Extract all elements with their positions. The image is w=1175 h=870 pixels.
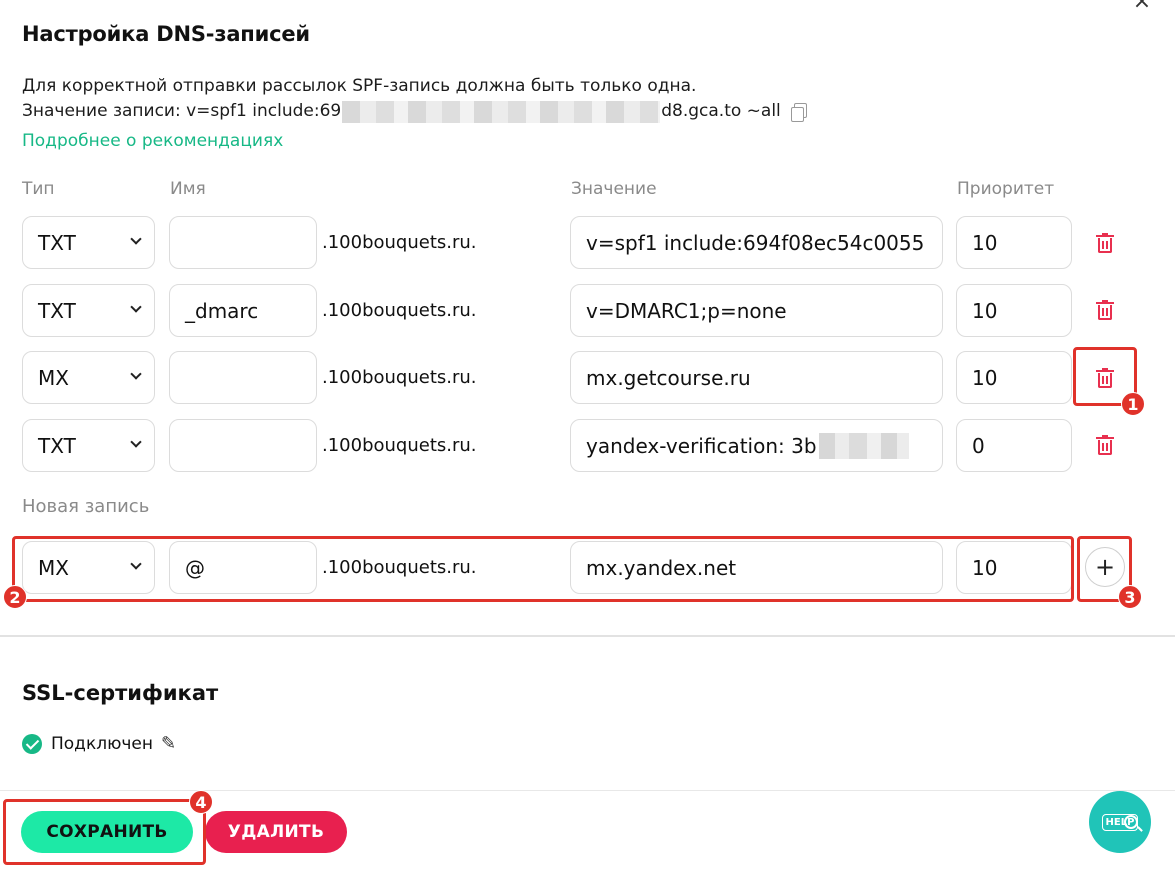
annotation-badge-4: 4 [189, 790, 213, 814]
check-circle-icon [22, 733, 42, 754]
help-button[interactable]: HELP [1089, 791, 1151, 853]
chevron-down-icon [130, 368, 142, 380]
spf-value-prefix: Значение записи: v=spf1 include:69 [22, 101, 342, 121]
record-value-text: yandex-verification: 3b [586, 433, 817, 458]
search-icon [1124, 815, 1138, 829]
domain-suffix: .100bouquets.ru. [322, 435, 477, 456]
trash-icon[interactable] [1096, 233, 1114, 253]
record-priority-input[interactable]: 0 [956, 419, 1072, 472]
record-name-input[interactable] [169, 351, 317, 404]
record-type-select[interactable]: MX [22, 351, 155, 404]
column-header-value: Значение [571, 179, 657, 199]
column-header-type: Тип [22, 179, 55, 199]
section-divider [0, 635, 1175, 637]
record-type-value: MX [38, 365, 69, 390]
record-value-input[interactable]: v=spf1 include:694f08ec54c0055 [570, 216, 943, 269]
record-value-input[interactable]: v=DMARC1;p=none [570, 284, 943, 337]
delete-button[interactable]: УДАЛИТЬ [205, 811, 347, 853]
record-value-input[interactable]: yandex-verification: 3b [570, 419, 943, 472]
footer-divider [0, 790, 1175, 791]
new-record-label: Новая запись [22, 496, 150, 517]
ssl-status-text: Подключен [51, 733, 153, 754]
pencil-icon[interactable]: ✎ [161, 733, 176, 754]
record-value-input[interactable]: mx.getcourse.ru [570, 351, 943, 404]
domain-suffix: .100bouquets.ru. [322, 232, 477, 253]
spf-value-suffix: d8.gca.to ~all [661, 101, 781, 121]
record-name-input[interactable] [169, 216, 317, 269]
record-name-input[interactable] [169, 419, 317, 472]
annotation-badge-3: 3 [1118, 585, 1142, 609]
trash-icon[interactable] [1096, 435, 1114, 455]
trash-icon[interactable] [1096, 300, 1114, 320]
chevron-down-icon [130, 301, 142, 313]
record-type-select[interactable]: TXT [22, 216, 155, 269]
spf-info-line2: Значение записи: v=spf1 include:69 d8.gca… [22, 99, 807, 124]
record-priority-input[interactable]: 10 [956, 216, 1072, 269]
chevron-down-icon [130, 436, 142, 448]
close-icon[interactable]: × [1130, 0, 1154, 13]
dns-section-title: Настройка DNS-записей [22, 22, 310, 46]
record-type-value: TXT [38, 230, 76, 255]
record-priority-input[interactable]: 10 [956, 284, 1072, 337]
redacted-value [818, 432, 909, 459]
domain-suffix: .100bouquets.ru. [322, 367, 477, 388]
record-type-value: TXT [38, 433, 76, 458]
annotation-box-2 [12, 536, 1074, 602]
copy-icon[interactable] [790, 102, 807, 122]
column-header-priority: Приоритет [957, 179, 1055, 199]
record-priority-input[interactable]: 10 [956, 351, 1072, 404]
record-name-input[interactable]: _dmarc [169, 284, 317, 337]
record-type-value: TXT [38, 298, 76, 323]
redacted-value [342, 100, 661, 123]
ssl-status: Подключен ✎ [22, 733, 176, 754]
domain-suffix: .100bouquets.ru. [322, 300, 477, 321]
ssl-section-title: SSL-сертификат [22, 681, 219, 705]
spf-info: Для корректной отправки рассылок SPF-зап… [22, 74, 807, 124]
record-type-select[interactable]: TXT [22, 284, 155, 337]
spf-info-line1: Для корректной отправки рассылок SPF-зап… [22, 76, 697, 96]
chevron-down-icon [130, 233, 142, 245]
record-type-select[interactable]: TXT [22, 419, 155, 472]
recommendations-link[interactable]: Подробнее о рекомендациях [22, 131, 283, 151]
annotation-badge-1: 1 [1121, 392, 1145, 416]
annotation-box-4 [3, 799, 206, 865]
annotation-badge-2: 2 [3, 585, 27, 609]
column-header-name: Имя [170, 179, 206, 199]
